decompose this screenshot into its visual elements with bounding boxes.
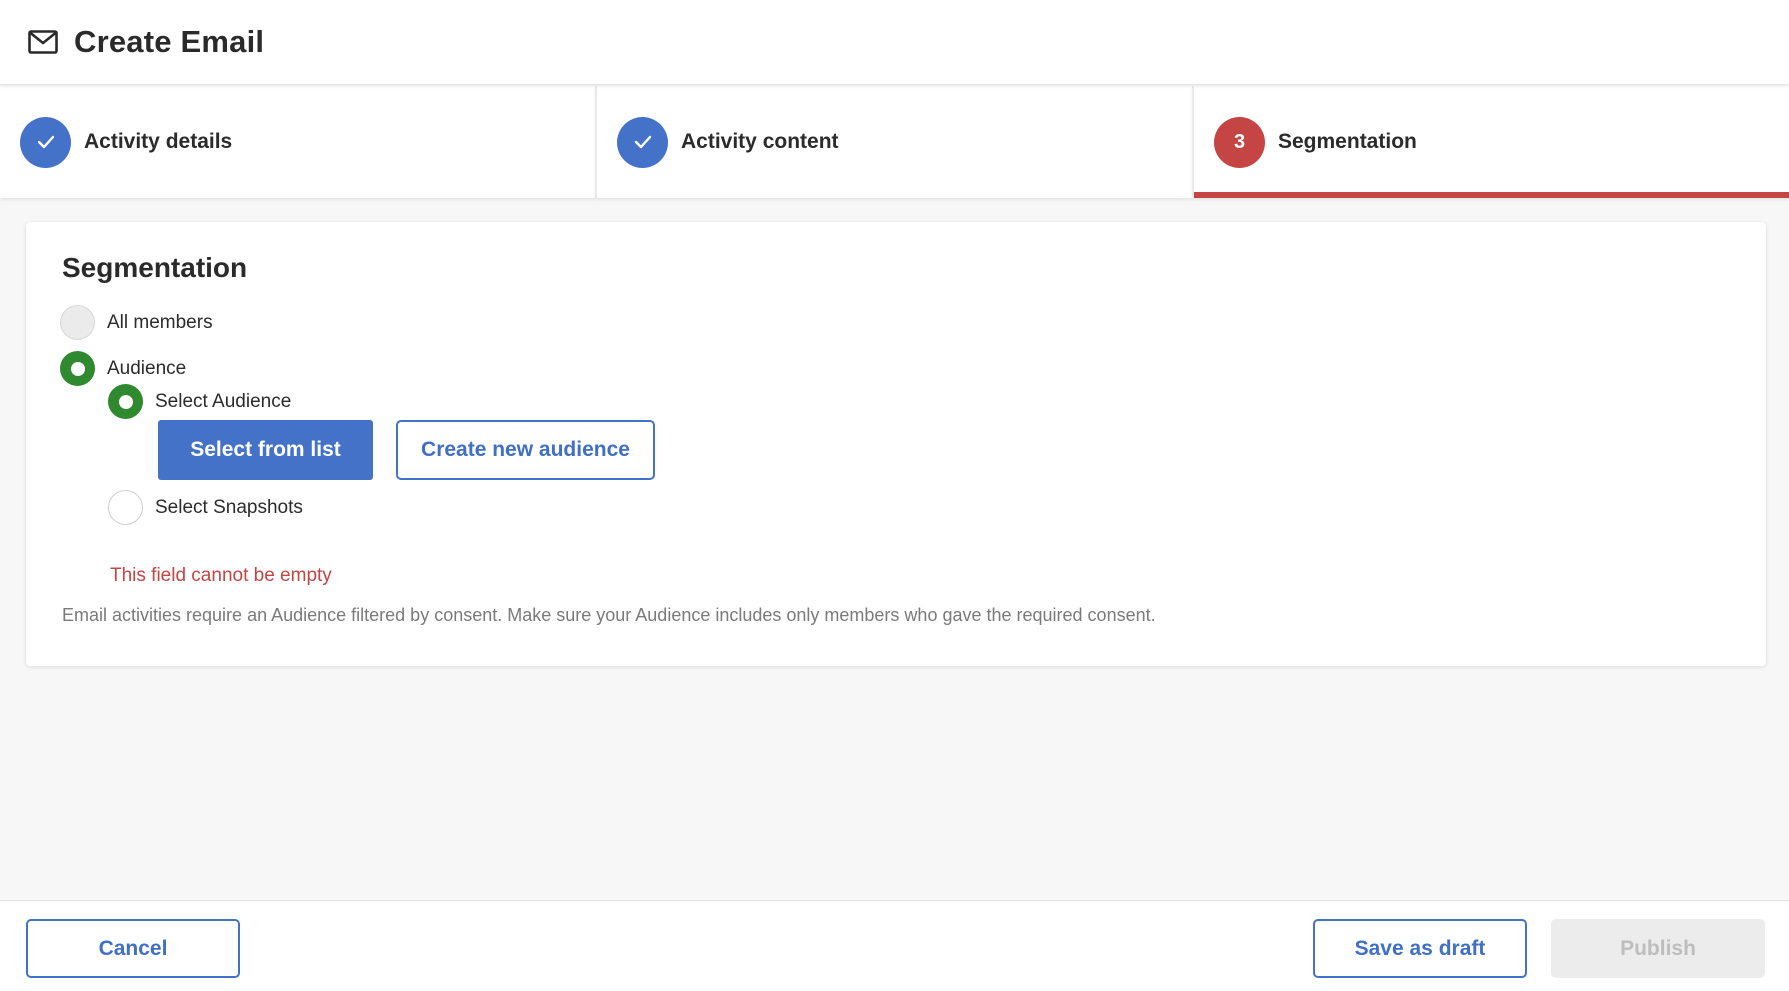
mail-icon <box>28 28 60 56</box>
radio-audience[interactable]: Audience <box>60 351 186 386</box>
radio-select-audience[interactable]: Select Audience <box>108 384 291 419</box>
radio-button[interactable] <box>60 305 95 340</box>
create-new-audience-button[interactable]: Create new audience <box>396 420 655 480</box>
radio-all-members[interactable]: All members <box>60 305 213 340</box>
step-activity-details[interactable]: Activity details <box>0 86 595 198</box>
check-icon <box>617 116 668 168</box>
error-message: This field cannot be empty <box>110 565 332 586</box>
step-segmentation[interactable]: 3 Segmentation <box>1192 86 1789 198</box>
step-label: Segmentation <box>1278 130 1417 153</box>
radio-label: Select Audience <box>155 390 292 412</box>
save-as-draft-button[interactable]: Save as draft <box>1313 919 1527 978</box>
step-label: Activity content <box>681 130 839 153</box>
page-title: Create Email <box>74 24 265 59</box>
segmentation-card: Segmentation All members Audience Select… <box>26 222 1766 666</box>
radio-button[interactable] <box>108 490 143 525</box>
cancel-button[interactable]: Cancel <box>26 919 240 978</box>
radio-label: All members <box>107 311 213 333</box>
radio-label: Select Snapshots <box>155 496 303 518</box>
stepper: Activity details Activity content 3 Segm… <box>0 86 1789 198</box>
help-text: Email activities require an Audience fil… <box>62 605 1156 625</box>
select-from-list-button[interactable]: Select from list <box>158 420 373 480</box>
step-activity-content[interactable]: Activity content <box>595 86 1192 198</box>
footer-bar: Cancel Save as draft Publish <box>0 900 1789 991</box>
step-label: Activity details <box>84 130 233 153</box>
check-icon <box>20 116 71 168</box>
section-title: Segmentation <box>62 252 248 283</box>
step-number-badge: 3 <box>1214 116 1265 168</box>
publish-button[interactable]: Publish <box>1551 919 1765 978</box>
radio-label: Audience <box>107 357 187 379</box>
radio-button[interactable] <box>60 351 95 386</box>
radio-button[interactable] <box>108 384 143 419</box>
radio-select-snapshots[interactable]: Select Snapshots <box>108 490 303 525</box>
page-header: Create Email <box>0 0 1789 84</box>
